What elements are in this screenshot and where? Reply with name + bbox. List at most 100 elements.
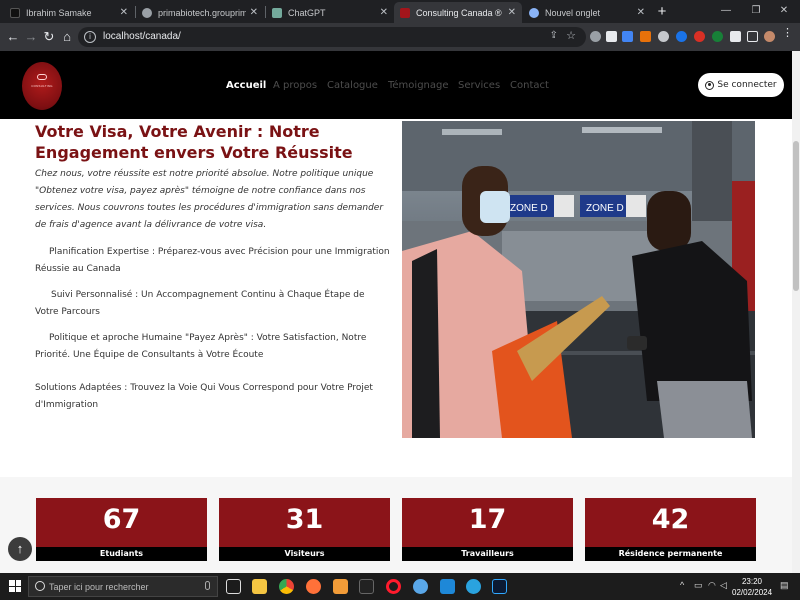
sublime-text-icon[interactable] — [333, 579, 348, 594]
address-url[interactable]: localhost/canada/ — [103, 31, 181, 42]
forward-arrow-icon[interactable]: → — [22, 28, 40, 46]
side-panel-icon[interactable] — [747, 31, 758, 42]
feature-point: Planification Expertise : Préparez-vous … — [35, 247, 390, 274]
wifi-icon[interactable]: ◠ — [708, 580, 716, 591]
hero-photo: ZONE D ZONE D — [402, 121, 755, 438]
tab-close-icon[interactable]: ✕ — [380, 7, 388, 18]
site-header: CONSULTING Accueil A propos Catalogue Té… — [0, 51, 792, 119]
tab-title: Consulting Canada ® Cabinet d — [416, 7, 504, 18]
logo-emblem-icon — [37, 74, 47, 80]
tab-favicon-icon — [400, 7, 410, 18]
tab-close-icon[interactable]: ✕ — [250, 7, 258, 18]
company-logo[interactable]: CONSULTING — [22, 62, 62, 110]
microphone-icon[interactable] — [205, 581, 210, 590]
stat-label: Etudiants — [36, 547, 207, 561]
vscode-icon[interactable] — [440, 579, 455, 594]
browser-tab[interactable]: ChatGPT ✕ — [266, 2, 394, 23]
stat-value: 67 — [102, 504, 141, 535]
browser-tab-active[interactable]: Consulting Canada ® Cabinet d ✕ — [394, 2, 522, 23]
extension-icon[interactable] — [590, 31, 601, 42]
nav-item-temoignage[interactable]: Témoignage — [388, 80, 449, 91]
volume-icon[interactable]: ◁ — [720, 580, 727, 591]
firefox-icon[interactable] — [306, 579, 321, 594]
login-button[interactable]: Se connecter — [698, 73, 784, 97]
stat-label: Résidence permanente — [585, 547, 756, 561]
chrome-icon[interactable] — [279, 579, 294, 594]
browser-tab[interactable]: Nouvel onglet ✕ — [523, 2, 651, 23]
nav-item-accueil[interactable]: Accueil — [226, 80, 266, 91]
share-icon[interactable]: ⇪ — [550, 30, 558, 41]
stat-value: 42 — [651, 504, 690, 535]
back-to-top-button[interactable]: ↑ — [8, 537, 32, 561]
stat-label: Visiteurs — [219, 547, 390, 561]
nav-item-a-propos[interactable]: A propos — [273, 80, 317, 91]
tab-close-icon[interactable]: ✕ — [120, 7, 128, 18]
maximize-button[interactable]: ❐ — [742, 3, 770, 19]
bookmark-star-icon[interactable]: ☆ — [566, 29, 576, 42]
photoshop-icon[interactable] — [492, 579, 507, 594]
puzzle-extensions-icon[interactable] — [730, 31, 741, 42]
intro-paragraph: Chez nous, votre réussite est notre prio… — [35, 169, 384, 230]
tab-title: Ibrahim Samake — [26, 7, 92, 18]
browser-tab[interactable]: Ibrahim Samake ✕ — [4, 2, 134, 23]
stat-card-travailleurs: 17 Travailleurs — [402, 498, 573, 561]
menu-kebab-icon[interactable]: ⋮ — [782, 28, 793, 39]
stat-value: 31 — [285, 504, 324, 535]
back-arrow-icon[interactable]: ← — [4, 28, 22, 46]
opera-icon[interactable] — [386, 579, 401, 594]
network-icon[interactable]: ▭ — [694, 580, 703, 591]
login-label: Se connecter — [717, 80, 777, 90]
extension-icon[interactable] — [676, 31, 687, 42]
nav-item-contact[interactable]: Contact — [510, 80, 549, 91]
reload-icon[interactable]: ↻ — [40, 28, 58, 46]
new-tab-button[interactable]: + — [653, 3, 671, 21]
stat-card-visiteurs: 31 Visiteurs — [219, 498, 390, 561]
taskbar-search-box[interactable]: Taper ici pour rechercher — [28, 576, 218, 597]
stat-label: Travailleurs — [402, 547, 573, 561]
tab-favicon-icon — [10, 7, 20, 18]
extension-icon[interactable] — [640, 31, 651, 42]
home-icon[interactable]: ⌂ — [58, 28, 76, 46]
site-info-icon[interactable]: i — [84, 31, 96, 43]
page-scrollbar[interactable] — [792, 51, 800, 573]
clock-time: 23:20 — [741, 577, 763, 586]
extension-icon[interactable] — [622, 31, 633, 42]
address-bar[interactable]: i localhost/canada/ ⇪ ☆ — [78, 27, 586, 47]
tab-close-icon[interactable]: ✕ — [637, 7, 645, 18]
windows-start-icon[interactable] — [9, 580, 21, 592]
extension-icon[interactable] — [658, 31, 669, 42]
extension-icon[interactable] — [694, 31, 705, 42]
tab-title: Nouvel onglet — [545, 7, 601, 18]
app-icon[interactable] — [359, 579, 374, 594]
app-icon[interactable] — [413, 579, 428, 594]
clock-date: 02/02/2024 — [732, 588, 773, 597]
close-window-button[interactable]: ✕ — [770, 3, 798, 19]
tray-chevron-icon[interactable]: ^ — [680, 580, 684, 590]
tab-title: primabiotech.grouprima.com — [158, 7, 246, 18]
profile-avatar-icon[interactable] — [764, 31, 775, 42]
user-icon — [705, 80, 715, 90]
notifications-icon[interactable]: ▤ — [780, 580, 789, 591]
tab-favicon-icon — [529, 7, 539, 18]
nav-item-catalogue[interactable]: Catalogue — [327, 80, 378, 91]
extension-icon[interactable] — [712, 31, 723, 42]
stat-value: 17 — [468, 504, 507, 535]
browser-toolbar: ← → ↻ ⌂ i localhost/canada/ ⇪ ☆ ⋮ — [0, 23, 800, 51]
scrollbar-thumb[interactable] — [793, 141, 799, 291]
stat-card-etudiants: 67 Etudiants — [36, 498, 207, 561]
task-view-icon[interactable] — [226, 579, 241, 594]
stat-card-residence: 42 Résidence permanente — [585, 498, 756, 561]
logo-lettering: CONSULTING — [31, 84, 53, 88]
photo-sign-text: ZONE D — [510, 203, 548, 214]
page-headline: Votre Visa, Votre Avenir : Notre Engagem… — [35, 122, 353, 162]
file-explorer-icon[interactable] — [252, 579, 267, 594]
minimize-button[interactable]: — — [712, 3, 740, 19]
feature-point: Suivi Personnalisé : Un Accompagnement C… — [35, 290, 365, 317]
tab-close-icon[interactable]: ✕ — [508, 7, 516, 18]
browser-tab[interactable]: primabiotech.grouprima.com ✕ — [136, 2, 264, 23]
extension-icon[interactable] — [606, 31, 617, 42]
telegram-icon[interactable] — [466, 579, 481, 594]
feature-point: Politique et aproche Humaine "Payez Aprè… — [35, 333, 367, 360]
nav-item-services[interactable]: Services — [458, 80, 500, 91]
taskbar-clock[interactable]: 23:20 02/02/2024 — [732, 576, 772, 598]
